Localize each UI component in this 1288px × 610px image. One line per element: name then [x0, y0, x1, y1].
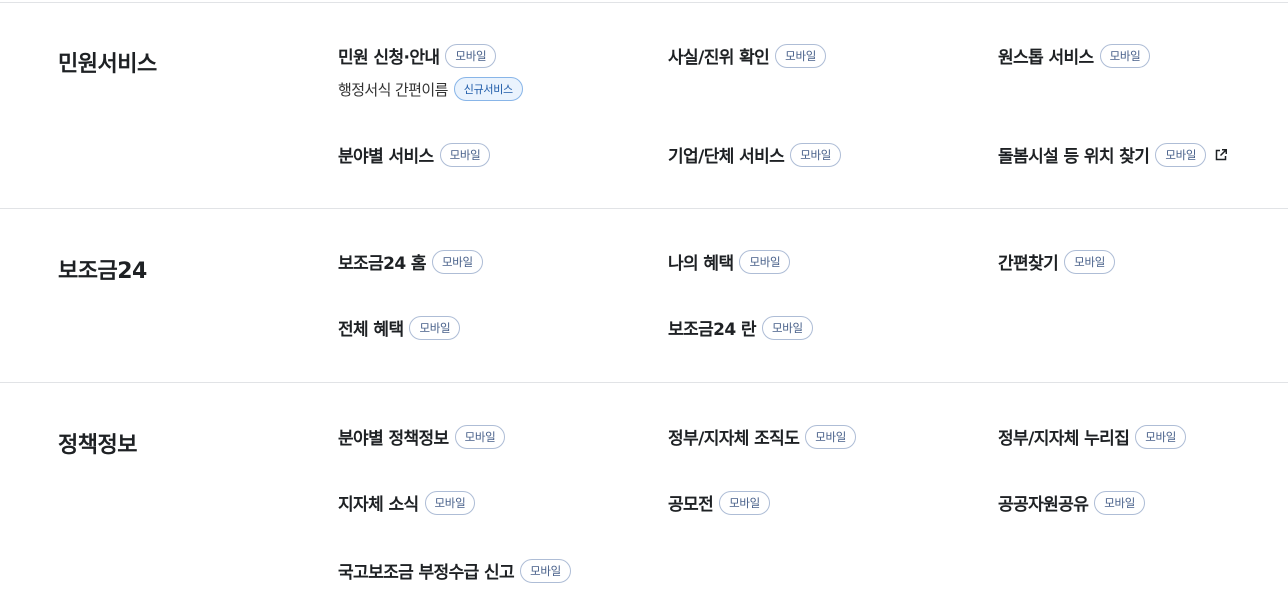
section-subsidy24: 보조금24 보조금24 홈 모바일 나의 혜택 모바일 간편찾기 모바일 전체 … [0, 208, 1288, 382]
menu-item-corporate-services: 기업/단체 서비스 모바일 [668, 142, 842, 167]
mobile-badge[interactable]: 모바일 [790, 142, 842, 167]
mobile-badge[interactable]: 모바일 [719, 490, 770, 515]
menu-link[interactable]: 분야별 정책정보 [338, 424, 449, 449]
section-civil-services: 민원서비스 민원 신청·안내 모바일 사실/진위 확인 모바일 원스톱 서비스 … [0, 0, 1288, 208]
mobile-badge[interactable]: 모바일 [520, 558, 571, 583]
menu-item-gov-org-chart: 정부/지자체 조직도 모바일 [668, 424, 857, 449]
menu-link[interactable]: 국고보조금 부정수급 신고 [338, 558, 515, 583]
menu-item-field-services: 분야별 서비스 모바일 [338, 142, 491, 167]
menu-item-quick-search: 간편찾기 모바일 [998, 249, 1116, 274]
mobile-badge[interactable]: 모바일 [424, 490, 476, 515]
menu-item-subsidy-column: 보조금24 란 모바일 [668, 315, 813, 340]
menu-item-my-benefits: 나의 혜택 모바일 [668, 249, 791, 274]
menu-link[interactable]: 정부/지자체 누리집 [998, 424, 1130, 449]
mobile-badge[interactable]: 모바일 [1135, 424, 1187, 449]
mobile-badge[interactable]: 모바일 [445, 43, 497, 68]
menu-link[interactable]: 지자체 소식 [338, 490, 419, 515]
section-policy-info: 정책정보 분야별 정책정보 모바일 정부/지자체 조직도 모바일 정부/지자체 … [0, 382, 1288, 610]
menu-link[interactable]: 보조금24 란 [668, 315, 757, 340]
menu-item-subsidy-home: 보조금24 홈 모바일 [338, 249, 483, 274]
menu-link[interactable]: 분야별 서비스 [338, 142, 434, 167]
menu-item-gov-websites: 정부/지자체 누리집 모바일 [998, 424, 1187, 449]
menu-link[interactable]: 정부/지자체 조직도 [668, 424, 800, 449]
menu-link[interactable]: 공모전 [668, 490, 714, 515]
mobile-badge[interactable]: 모바일 [1064, 249, 1116, 274]
menu-link[interactable]: 보조금24 홈 [338, 249, 427, 274]
mobile-badge[interactable]: 모바일 [739, 249, 791, 274]
menu-link[interactable]: 공공자원공유 [998, 490, 1089, 515]
menu-item-subsidy-fraud-report: 국고보조금 부정수급 신고 모바일 [338, 558, 571, 583]
menu-item-public-resource-sharing: 공공자원공유 모바일 [998, 490, 1146, 515]
menu-link[interactable]: 민원 신청·안내 [338, 43, 440, 68]
menu-item-admin-forms: 행정서식 간편이름 신규서비스 [338, 77, 523, 101]
menu-item-onestop: 원스톱 서비스 모바일 [998, 43, 1151, 68]
mobile-badge[interactable]: 모바일 [431, 249, 483, 274]
section-title: 보조금24 [58, 259, 147, 284]
section-title: 정책정보 [58, 433, 137, 458]
menu-link[interactable]: 사실/진위 확인 [668, 43, 770, 68]
mobile-badge[interactable]: 모바일 [775, 43, 827, 68]
mobile-badge[interactable]: 모바일 [805, 424, 857, 449]
menu-item-care-facility-finder: 돌봄시설 등 위치 찾기 모바일 [998, 142, 1228, 167]
menu-item-local-news: 지자체 소식 모바일 [338, 490, 476, 515]
external-link-icon[interactable] [1214, 148, 1228, 162]
menu-item-civil-apply: 민원 신청·안내 모바일 [338, 43, 497, 68]
menu-item-field-policy: 분야별 정책정보 모바일 [338, 424, 506, 449]
mobile-badge[interactable]: 모바일 [1099, 43, 1151, 68]
menu-link[interactable]: 간편찾기 [998, 249, 1059, 274]
mobile-badge[interactable]: 모바일 [454, 424, 506, 449]
new-service-badge[interactable]: 신규서비스 [453, 77, 523, 101]
section-title: 민원서비스 [58, 52, 157, 77]
menu-link[interactable]: 나의 혜택 [668, 249, 734, 274]
menu-link[interactable]: 돌봄시설 등 위치 찾기 [998, 142, 1150, 167]
menu-item-contest: 공모전 모바일 [668, 490, 770, 515]
menu-item-fact-check: 사실/진위 확인 모바일 [668, 43, 827, 68]
mobile-badge[interactable]: 모바일 [1155, 142, 1207, 167]
menu-link[interactable]: 전체 혜택 [338, 315, 404, 340]
mobile-badge[interactable]: 모바일 [761, 315, 813, 340]
mobile-badge[interactable]: 모바일 [1094, 490, 1146, 515]
menu-item-all-benefits: 전체 혜택 모바일 [338, 315, 461, 340]
mobile-badge[interactable]: 모바일 [439, 142, 491, 167]
menu-link[interactable]: 행정서식 간편이름 [338, 79, 448, 100]
menu-link[interactable]: 원스톱 서비스 [998, 43, 1094, 68]
menu-link[interactable]: 기업/단체 서비스 [668, 142, 785, 167]
mobile-badge[interactable]: 모바일 [409, 315, 461, 340]
